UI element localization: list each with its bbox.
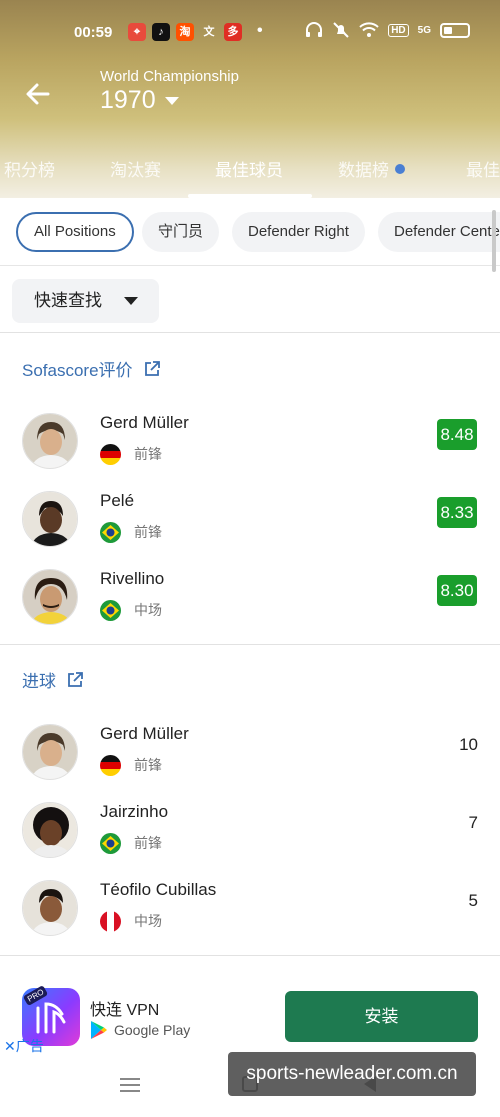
avatar [22,724,78,780]
player-name: Gerd Müller [100,724,189,743]
scrollbar[interactable] [492,210,496,272]
tab-standings[interactable]: 积分榜 [4,156,55,181]
external-link-icon [68,671,83,687]
divider [0,955,500,956]
section-title-rating-label: Sofascore评价 [22,361,133,380]
player-name: Jairzinho [100,802,169,821]
close-icon[interactable]: ✕ [4,1038,16,1054]
goal-count: 5 [468,891,478,910]
section-title-goals-label: 进球 [22,672,56,691]
status-bar: 00:59 ⌖ ♪ 淘 文 多 • HD 5G [0,18,500,48]
taobao-icon: 淘 [176,23,194,41]
avatar [22,413,78,469]
battery-icon [440,22,470,38]
chevron-down-icon[interactable] [165,97,179,105]
avatar [22,491,78,547]
quick-search-label: 快速查找 [34,291,102,310]
section-title-goals[interactable]: 进球 [22,667,84,692]
status-app-icons: ⌖ ♪ 淘 文 多 [128,23,242,41]
external-link-icon [144,360,160,376]
notification-dot-icon: • [257,22,263,39]
maps-icon: ⌖ [128,23,146,41]
rating-badge: 8.48 [437,419,477,450]
back-arrow-icon[interactable] [22,78,54,110]
google-play-label: Google Play [90,1020,190,1040]
player-name: Gerd Müller [100,413,189,432]
ad-close[interactable]: ✕广告 [4,1036,44,1056]
filter-defender-right[interactable]: Defender Right [232,212,365,252]
list-item[interactable]: Rivellino 中场 8.30 [0,569,500,647]
position-filter-bar: All Positions 守门员 Defender Right Defende… [0,198,500,266]
player-position: 中场 [134,913,162,929]
section-title-rating[interactable]: Sofascore评价 [22,356,161,381]
ad-app-name[interactable]: 快连 VPN [90,996,159,1020]
text-app-icon: 文 [203,26,215,38]
status-time: 00:59 [74,24,113,41]
avatar [22,569,78,625]
watermark: sports-newleader.com.cn [228,1052,476,1096]
ad-banner[interactable]: PRO 快连 VPN Google Play 安装 ✕广告 [0,960,500,1060]
tab-knockout[interactable]: 淘汰赛 [110,156,161,181]
tournament-name: World Championship [100,68,239,85]
wifi-icon [359,22,379,37]
divider [0,644,500,645]
player-name: Téofilo Cubillas [100,880,217,899]
filter-goalkeeper[interactable]: 守门员 [142,212,220,252]
divider [0,332,500,333]
goal-count: 7 [468,813,478,832]
hd-indicator: HD [388,23,409,37]
player-position: 前锋 [134,446,162,462]
headphones-icon [306,22,323,37]
status-indicators: HD 5G [305,22,470,38]
player-name: Rivellino [100,569,165,588]
new-badge-icon [395,164,405,174]
tab-stats-label: 数据榜 [338,161,389,180]
list-item[interactable]: Pelé 前锋 8.33 [0,491,500,569]
tab-stats[interactable]: 数据榜 [338,156,405,181]
season-selector[interactable]: 1970 [100,86,156,115]
install-button[interactable]: 安装 [285,991,478,1042]
player-position: 前锋 [134,757,162,773]
avatar [22,880,78,936]
player-position: 中场 [134,602,162,618]
flag-germany-icon [100,755,121,776]
tab-top-players[interactable]: 最佳球员 [215,156,283,181]
avatar [22,802,78,858]
list-item[interactable]: Jairzinho 前锋 7 [0,802,500,880]
menu-icon[interactable] [120,1078,140,1092]
google-play-icon [91,1021,107,1039]
rating-badge: 8.30 [437,575,477,606]
filter-all-positions[interactable]: All Positions [16,212,134,252]
list-item[interactable]: Gerd Müller 前锋 10 [0,724,500,802]
pinduoduo-icon: 多 [224,23,242,41]
flag-germany-icon [100,444,121,465]
flag-brazil-icon [100,600,121,621]
player-name: Pelé [100,491,135,510]
flag-brazil-icon [100,522,121,543]
filter-defender-center[interactable]: Defender Center [378,212,500,252]
signal-indicator: 5G [417,24,431,36]
mute-icon [333,22,349,38]
rating-badge: 8.33 [437,497,477,528]
player-position: 前锋 [134,835,162,851]
store-name: Google Play [114,1022,191,1038]
list-item[interactable]: Gerd Müller 前锋 8.48 [0,413,500,491]
flag-brazil-icon [100,833,121,854]
goal-count: 10 [459,735,478,754]
chevron-down-icon[interactable] [124,297,138,305]
tab-bar: 积分榜 淘汰赛 最佳球员 数据榜 最佳 [0,150,500,198]
tiktok-icon: ♪ [152,23,170,41]
tab-more[interactable]: 最佳 [466,156,500,181]
player-position: 前锋 [134,524,162,540]
ad-label: 广告 [15,1038,44,1054]
list-item[interactable]: Téofilo Cubillas 中场 5 [0,880,500,958]
flag-peru-icon [100,911,121,932]
